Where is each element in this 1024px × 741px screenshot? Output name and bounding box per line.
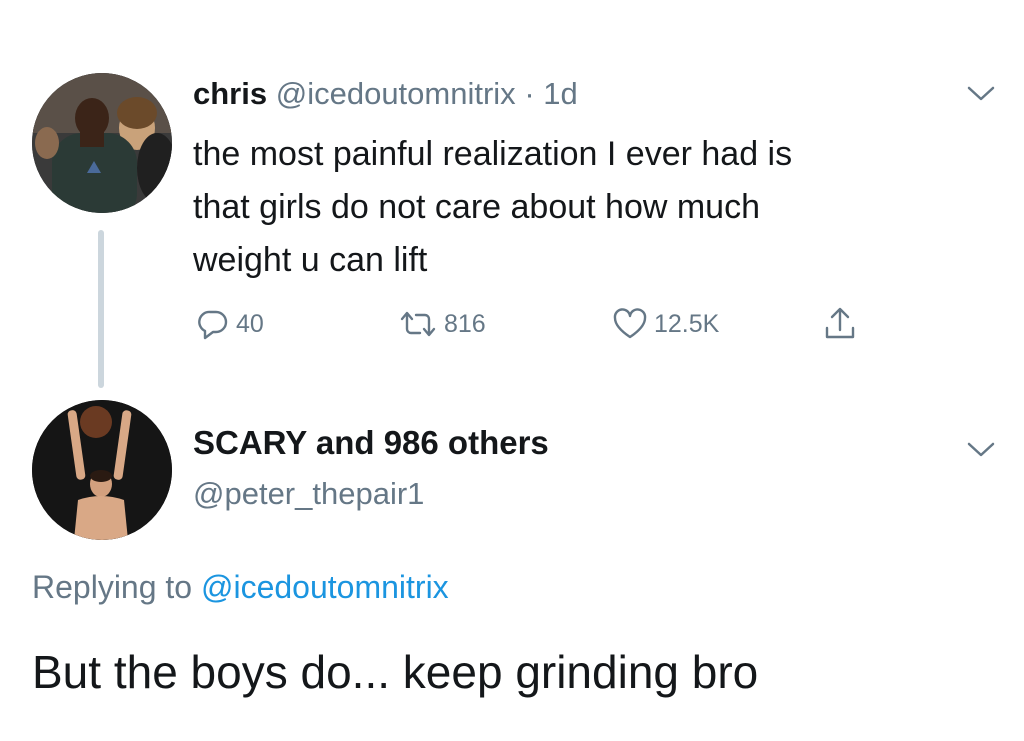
display-name[interactable]: chris [193, 76, 267, 111]
like-button[interactable]: 12.5K [612, 304, 719, 344]
reply-text: But the boys do... keep grinding bro [32, 646, 759, 698]
reply-count: 40 [236, 309, 264, 338]
avatar-scary[interactable] [32, 400, 172, 540]
retweet-button[interactable]: 816 [398, 304, 486, 344]
share-icon [822, 306, 858, 342]
avatar-image [32, 400, 172, 540]
like-count: 12.5K [654, 309, 720, 338]
reply-user-handle[interactable]: @peter_thepair1 [193, 474, 424, 514]
tweet-timestamp[interactable]: 1d [543, 76, 577, 111]
thread-connector-line [98, 230, 104, 388]
replying-to-label: Replying to [32, 569, 201, 605]
tweet-text: the most painful realization I ever had … [193, 135, 793, 279]
separator-dot: · [524, 76, 535, 111]
reply-button[interactable]: 40 [196, 304, 264, 344]
replying-to-mention[interactable]: @icedoutomnitrix [201, 569, 449, 605]
chevron-down-icon[interactable] [966, 440, 996, 460]
retweet-icon [398, 307, 438, 341]
chevron-down-icon[interactable] [966, 84, 996, 104]
reply-icon [196, 307, 230, 341]
share-button[interactable] [822, 304, 858, 344]
avatar-image [32, 73, 172, 213]
replying-to-line: Replying to @icedoutomnitrix [32, 566, 449, 608]
avatar-chris[interactable] [32, 73, 172, 213]
tweet-header: chris @icedoutomnitrix · 1d [193, 74, 578, 114]
heart-icon [612, 307, 648, 341]
retweet-count: 816 [444, 309, 486, 338]
user-handle[interactable]: @icedoutomnitrix [276, 76, 516, 111]
reply-display-name[interactable]: SCARY and 986 others [193, 422, 549, 464]
